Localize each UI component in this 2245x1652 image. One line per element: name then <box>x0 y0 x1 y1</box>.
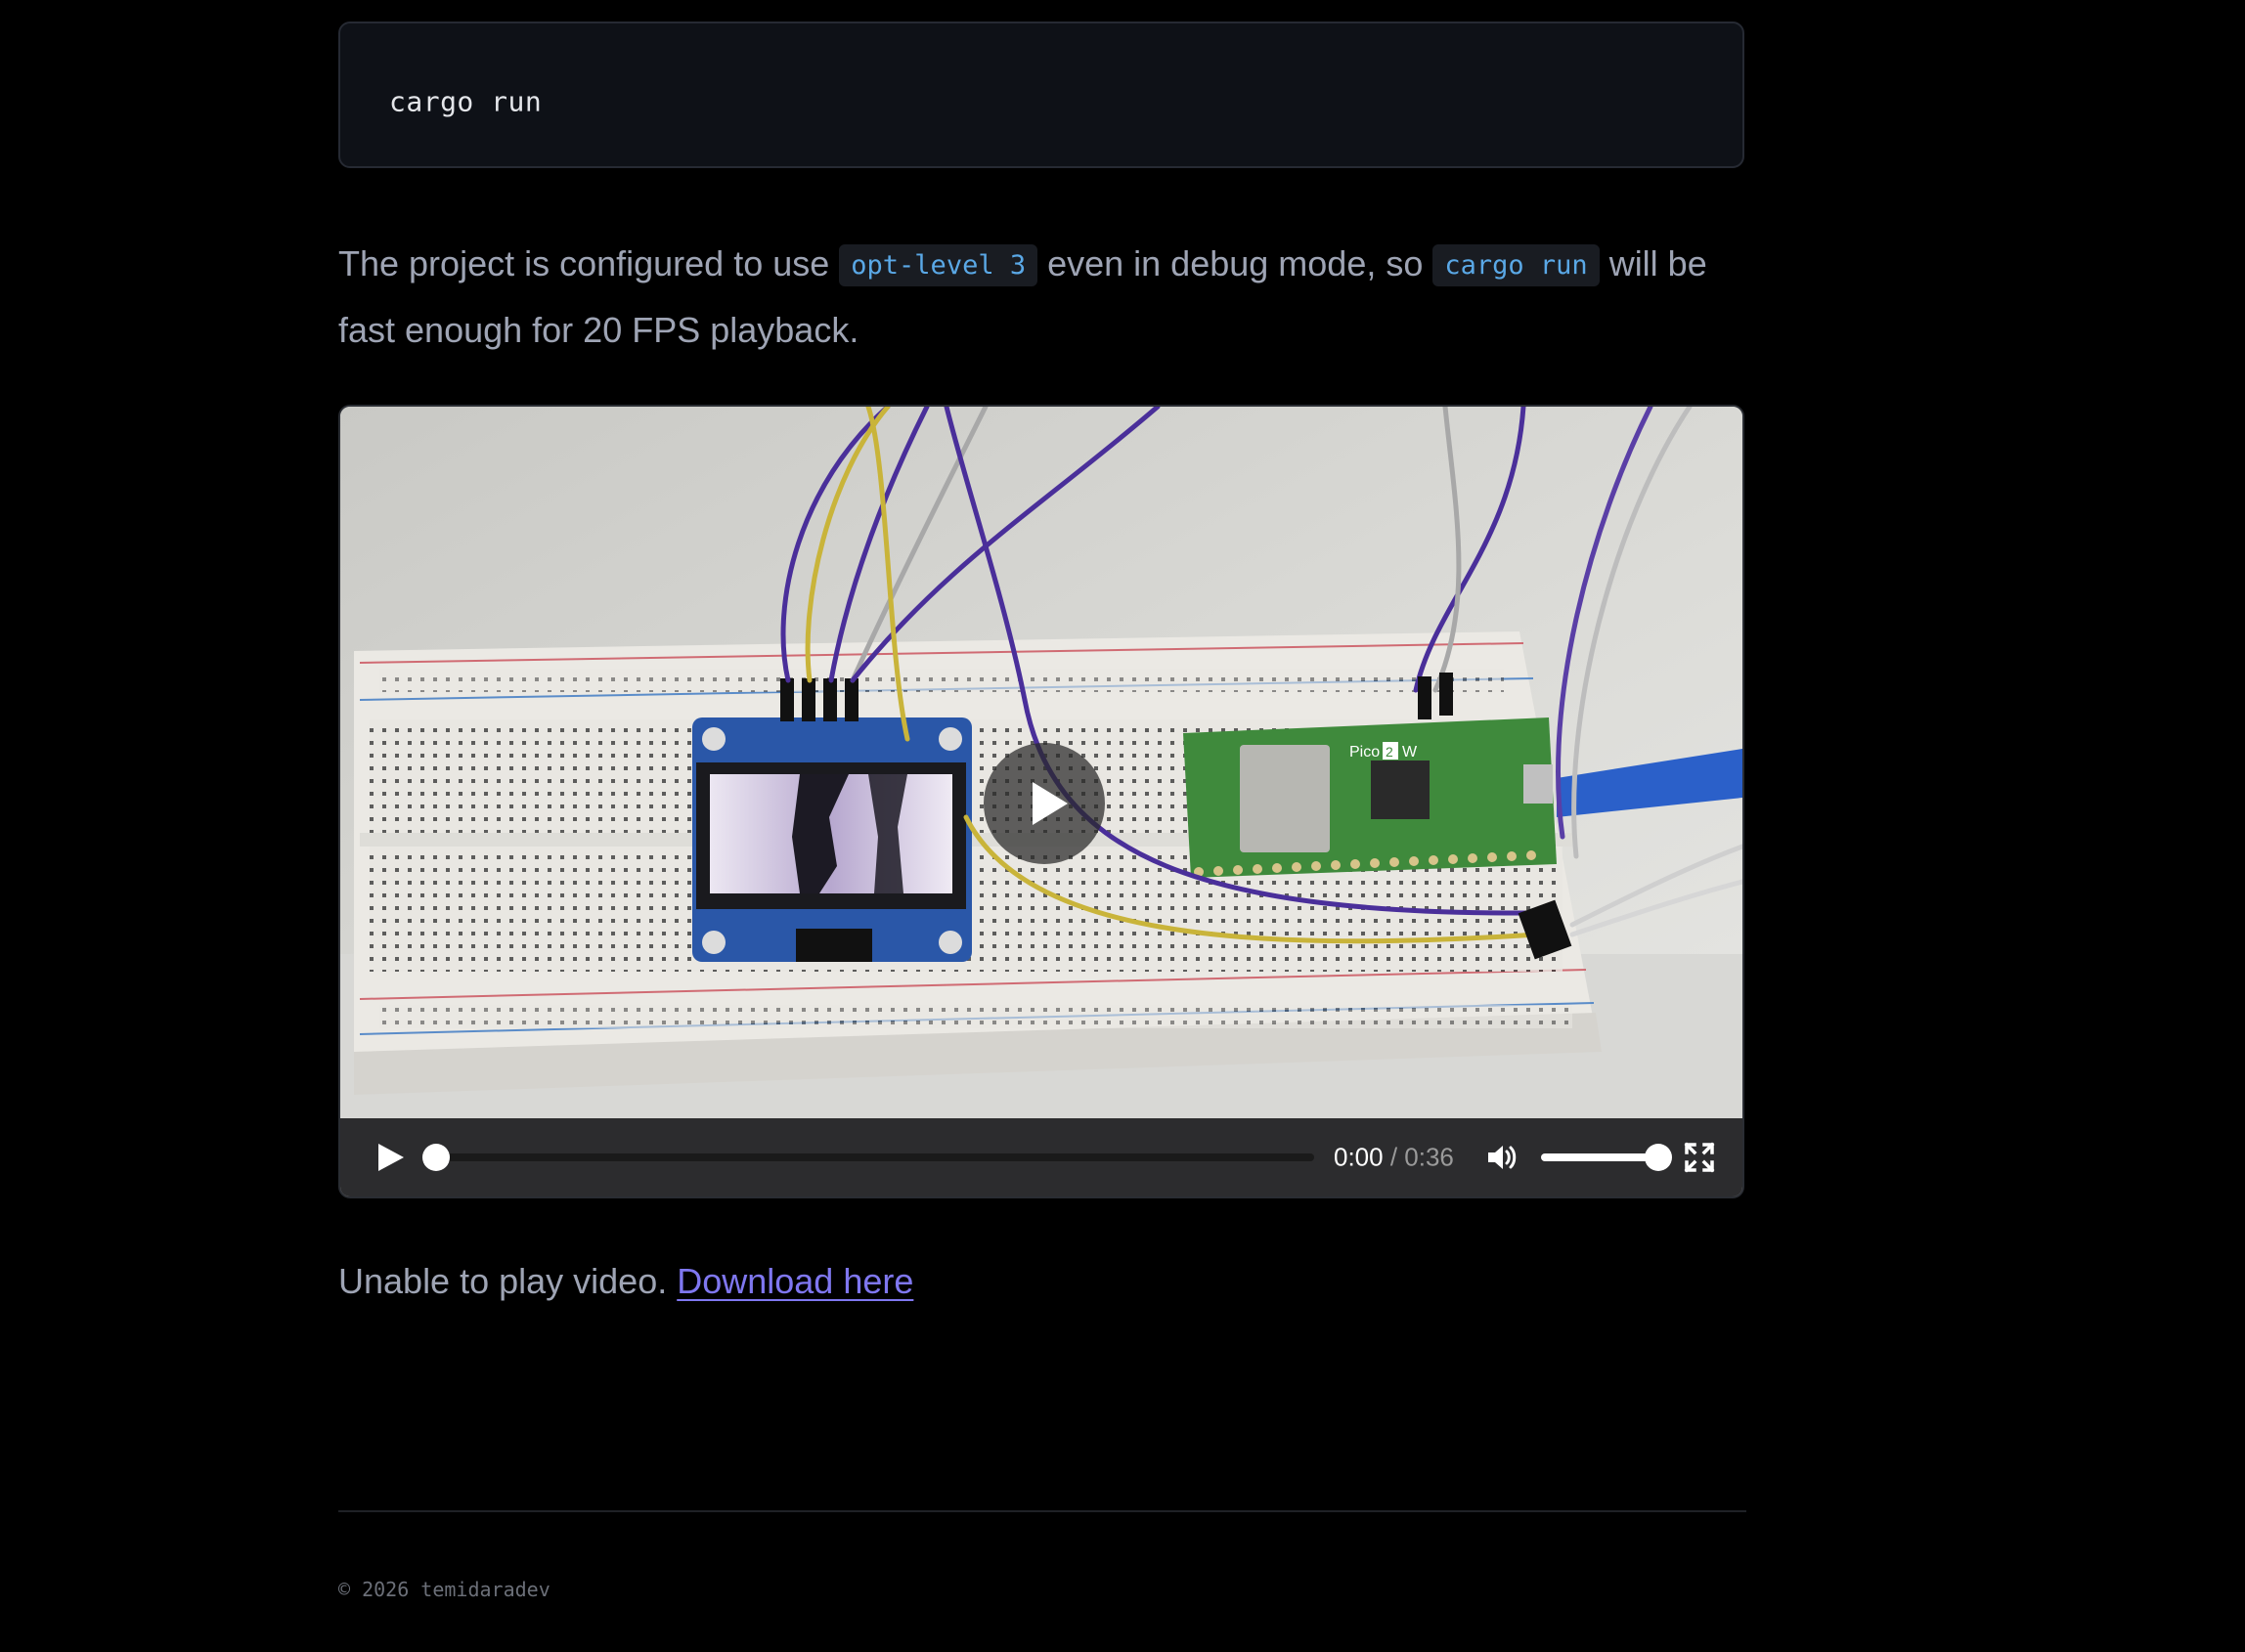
paragraph-text: even in debug mode, so <box>1037 243 1433 283</box>
code-command: cargo run <box>389 85 543 118</box>
fullscreen-icon[interactable] <box>1684 1142 1715 1173</box>
volume-slider[interactable] <box>1541 1144 1672 1171</box>
download-link[interactable]: Download here <box>677 1261 913 1301</box>
inline-code-cargo-run: cargo run <box>1432 244 1600 286</box>
video-controls: 0:00 / 0:36 <box>340 1118 1742 1196</box>
footer-divider <box>338 1510 1746 1512</box>
play-button[interactable] <box>374 1141 407 1174</box>
volume-fill <box>1541 1153 1658 1161</box>
volume-thumb[interactable] <box>1645 1144 1672 1171</box>
video-player[interactable]: Pico 2 W 0:00 / 0:36 <box>338 405 1744 1198</box>
progress-thumb[interactable] <box>422 1144 450 1171</box>
current-time: 0:00 <box>1334 1142 1384 1172</box>
board-label: Pico <box>1349 744 1380 761</box>
video-fallback-message: Unable to play video. Download here <box>338 1261 913 1302</box>
big-play-button[interactable] <box>984 743 1105 864</box>
inline-code-opt-level: opt-level 3 <box>839 244 1038 286</box>
fallback-text: Unable to play video. <box>338 1261 678 1301</box>
time-separator: / <box>1383 1142 1405 1172</box>
volume-icon[interactable] <box>1484 1140 1519 1175</box>
progress-bar[interactable] <box>422 1144 1314 1171</box>
time-display: 0:00 / 0:36 <box>1334 1143 1454 1173</box>
board-label-badge: 2 <box>1386 744 1393 760</box>
footer-copyright: © 2026 temidaradev <box>338 1578 550 1601</box>
description-paragraph: The project is configured to use opt-lev… <box>338 233 1751 362</box>
paragraph-text: The project is configured to use <box>338 243 840 283</box>
duration: 0:36 <box>1404 1142 1454 1172</box>
board-label-suffix: W <box>1402 744 1418 761</box>
code-block: cargo run <box>338 22 1744 168</box>
